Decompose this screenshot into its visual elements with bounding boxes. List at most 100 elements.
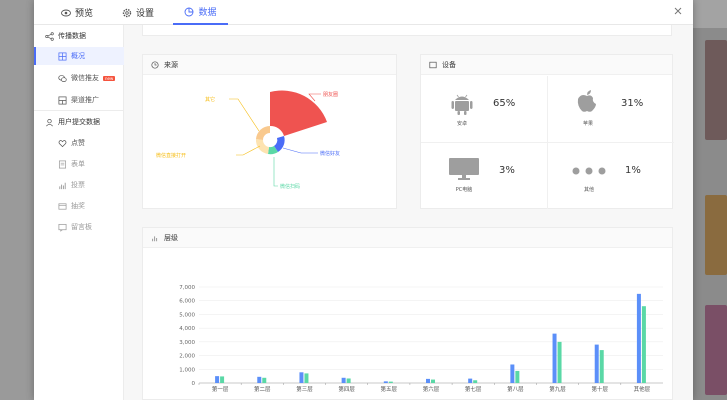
android-icon	[451, 94, 473, 115]
device-pct: 1%	[625, 165, 641, 176]
bars-icon	[152, 235, 158, 241]
bar	[552, 333, 557, 383]
apple-icon	[577, 90, 596, 112]
close-icon[interactable]	[673, 6, 683, 16]
x-tick-label: 第七层	[465, 385, 482, 393]
source-rose-chart: 朋友圈 微信好友 微信扫码 微信直接打开 其它	[156, 90, 340, 190]
tab-preview[interactable]: 预览	[61, 0, 93, 25]
y-tick-label: 3,000	[179, 340, 195, 346]
gear-icon	[122, 8, 132, 17]
monitor-icon	[449, 158, 479, 180]
sidebar-group-label: 用户提交数据	[58, 118, 100, 126]
y-tick-label: 5,000	[179, 312, 195, 318]
device-apple: 31% 苹果	[548, 76, 674, 143]
x-tick-label: 第五层	[381, 385, 398, 393]
bar	[599, 350, 604, 383]
rose-label-moments: 朋友圈	[323, 91, 338, 98]
data-modal: 预览 设置 数据 传播数据 概况 微信推友 new 渠道推广 用户提交数据 点赞…	[34, 0, 693, 400]
device-pct: 3%	[499, 165, 515, 176]
bar	[257, 376, 262, 383]
sidebar-item-label: 点赞	[71, 139, 85, 147]
level-bar-chart: 0 1,000 2,000 3,000 4,000 5,000 6,000 7,000 第一层 第…	[179, 285, 663, 393]
panel-title: 来源	[164, 60, 178, 69]
tab-settings[interactable]: 设置	[122, 0, 154, 25]
new-badge: new	[103, 75, 116, 81]
sidebar-item-channel[interactable]: 渠道推广	[34, 91, 124, 109]
x-tick-label: 其他层	[634, 385, 651, 393]
tab-data[interactable]: 数据	[173, 0, 228, 25]
sidebar-item-label: 留言板	[71, 223, 92, 231]
x-tick-label: 第一层	[212, 385, 229, 393]
rose-slice-direct	[255, 139, 269, 154]
sidebar-item-label: 概况	[71, 52, 85, 60]
content-area: 来源 朋友圈 微信好友 微信扫码 微信直接打开 其它 设备 65% 安卓 31%…	[124, 25, 693, 400]
bar	[431, 379, 435, 383]
x-tick-label: 第六层	[423, 385, 440, 393]
lottery-icon	[58, 202, 67, 210]
bar	[473, 380, 478, 383]
y-tick-label: 6,000	[179, 299, 195, 305]
panel-header: 层级	[143, 228, 672, 248]
bar	[262, 377, 267, 383]
x-tick-label: 第九层	[549, 385, 566, 393]
bar	[636, 293, 641, 383]
sidebar-item-like[interactable]: 点赞	[34, 134, 124, 152]
tab-label: 设置	[136, 9, 155, 19]
y-tick-label: 4,000	[179, 326, 195, 332]
sidebar-item-message-board[interactable]: 留言板	[34, 218, 124, 236]
sidebar-group-spread: 传播数据	[34, 27, 124, 45]
sidebar-item-vote[interactable]: 投票	[34, 176, 124, 194]
chart-pie-icon	[185, 7, 194, 16]
form-icon	[58, 160, 67, 168]
bar	[388, 381, 393, 383]
rose-center	[255, 90, 327, 155]
y-tick-label: 0	[192, 381, 196, 387]
bar	[215, 376, 220, 383]
sidebar-item-lottery[interactable]: 抽奖	[34, 197, 124, 215]
x-tick-label: 第四层	[338, 385, 355, 393]
background-card	[705, 195, 727, 275]
sidebar-group-user-data: 用户提交数据	[34, 113, 124, 131]
x-tick-label: 第八层	[507, 385, 524, 393]
device-pc: 3% PC电脑	[421, 143, 547, 210]
level-panel: 层级 0 1,000 2,000 3,000 4,000 5,000 6,000 7,000 第…	[142, 227, 673, 400]
bar	[341, 377, 346, 383]
device-pct: 65%	[493, 98, 516, 109]
bar	[515, 370, 520, 383]
device-label: 苹果	[582, 121, 593, 127]
sidebar-item-overview[interactable]: 概况	[34, 47, 124, 65]
background-card	[705, 40, 727, 140]
clock-icon	[151, 60, 159, 69]
wechat-icon	[58, 74, 67, 82]
sidebar-item-wechat-friends[interactable]: 微信推友 new	[34, 69, 124, 87]
rose-label-wechat-friend: 微信好友	[320, 150, 340, 157]
device-label: 其他	[583, 187, 594, 193]
panel-header: 来源	[143, 55, 396, 75]
rose-slice-moments	[270, 90, 327, 136]
sidebar-item-label: 微信推友	[71, 74, 99, 82]
channel-icon	[58, 96, 67, 104]
bar	[641, 306, 646, 383]
device-android: 65% 安卓	[421, 76, 547, 143]
bar	[346, 378, 351, 383]
device-pct: 31%	[621, 98, 644, 109]
top-panel-edge	[142, 25, 672, 36]
background-card	[705, 305, 727, 395]
bar	[220, 376, 225, 383]
sidebar-item-form[interactable]: 表单	[34, 155, 124, 173]
bar	[299, 372, 304, 383]
user-icon	[46, 118, 53, 126]
tab-label: 数据	[198, 8, 217, 18]
rose-label-other: 其它	[205, 96, 215, 103]
sidebar-item-label: 表单	[71, 160, 85, 168]
device-panel: 设备 65% 安卓 31% 苹果 3% PC电脑 1% 其他	[420, 54, 674, 210]
more-dots-icon	[572, 167, 606, 175]
sidebar-group-label: 传播数据	[58, 32, 86, 40]
device-label: 安卓	[456, 121, 467, 127]
x-tick-label: 第三层	[296, 385, 313, 393]
bar	[468, 378, 473, 383]
bar	[594, 344, 599, 383]
source-panel: 来源 朋友圈 微信好友 微信扫码 微信直接打开 其它	[142, 54, 397, 209]
device-other: 1% 其他	[548, 143, 674, 210]
device-label: PC电脑	[455, 187, 473, 193]
